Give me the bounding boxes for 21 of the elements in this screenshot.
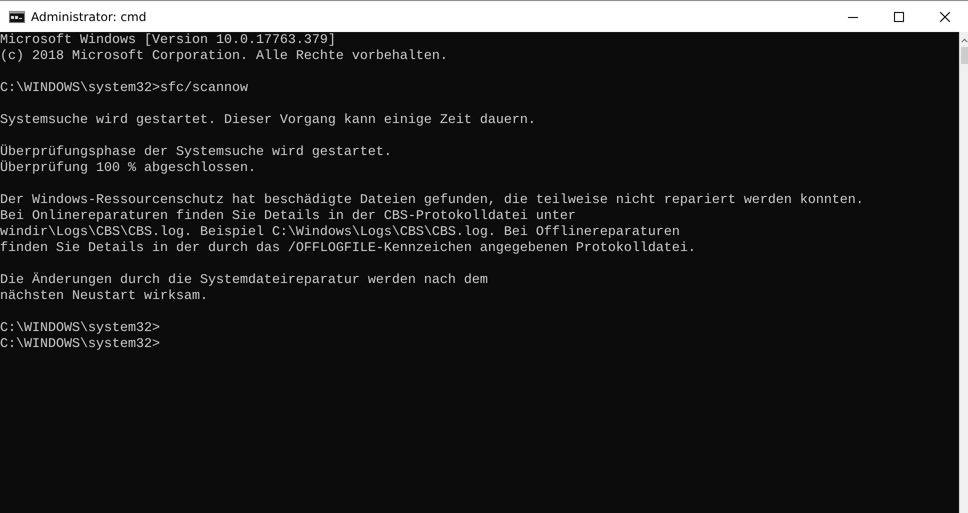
scroll-up-icon[interactable]	[960, 38, 968, 43]
console-line: nächsten Neustart wirksam.	[0, 289, 209, 305]
console-line: Systemsuche wird gestartet. Dieser Vorgang kann einige Zeit dauern.	[0, 113, 537, 129]
console-icon	[9, 10, 25, 22]
console-line: Bei Onlinereparaturen finden Sie Details in der CBS-Protokolldatei unter	[0, 209, 577, 225]
console-line: (c) 2018 Microsoft Corporation. Alle Rechte vorbehalten.	[0, 49, 449, 65]
console-line: Microsoft Windows [Version 10.0.17763.379]	[0, 33, 337, 49]
scrollbar-thumb[interactable]	[960, 47, 968, 64]
console-line: windir\Logs\CBS\CBS.log. Beispiel C:\Windows\Logs\CBS\CBS.log. Bei Offlinereparaturen	[0, 225, 681, 241]
console-line: Der Windows-Ressourcenschutz hat beschädigte Dateien gefunden, die teilweise nicht repariert werden konnten.	[0, 193, 865, 209]
console-line: C:\WINDOWS\system32>sfc/scannow	[0, 81, 249, 97]
scrollbar[interactable]	[959, 32, 968, 513]
console-line: finden Sie Details in der durch das /OFFLOGFILE-Kennzeichen angegebenen Protokolldatei.	[0, 241, 697, 257]
maximize-icon	[894, 12, 904, 22]
console-line: C:\WINDOWS\system32>	[0, 337, 161, 353]
close-icon	[940, 12, 950, 22]
console-line: Überprüfung 100 % abgeschlossen.	[0, 161, 257, 177]
console-line: Die Änderungen durch die Systemdateireparatur werden nach dem	[0, 273, 489, 289]
console-line: Überprüfungsphase der Systemsuche wird gestartet.	[0, 145, 393, 160]
console-line: C:\WINDOWS\system32>	[0, 321, 161, 337]
window-title: Administrator: cmd	[31, 10, 146, 24]
